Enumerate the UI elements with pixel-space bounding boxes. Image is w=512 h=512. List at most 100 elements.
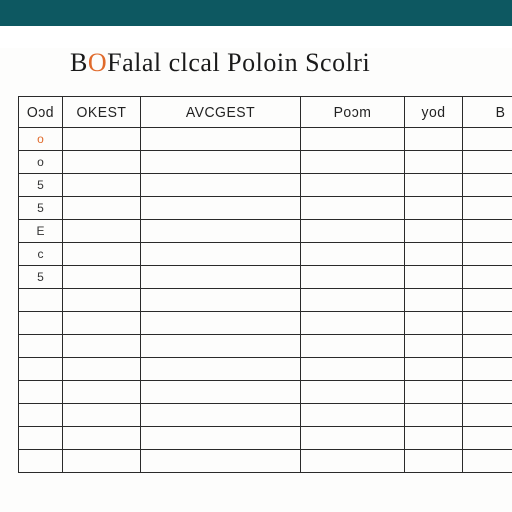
cell [63, 450, 141, 473]
cell [301, 151, 405, 174]
cell [405, 427, 463, 450]
cell [463, 151, 512, 174]
row-label: o [19, 151, 63, 174]
cell [405, 128, 463, 151]
cell [141, 335, 301, 358]
cell [301, 450, 405, 473]
cell [405, 243, 463, 266]
title-part-o: O [88, 48, 107, 77]
cell [141, 289, 301, 312]
cell [405, 358, 463, 381]
table-row: o [19, 128, 512, 151]
col-header-0: Oɔd [19, 97, 63, 128]
cell [301, 220, 405, 243]
cell [463, 220, 512, 243]
row-label: o [19, 128, 63, 151]
cell [405, 335, 463, 358]
cell [141, 312, 301, 335]
cell [63, 335, 141, 358]
cell [463, 335, 512, 358]
cell [301, 243, 405, 266]
row-label [19, 358, 63, 381]
title-part-rest: Falal clcal Poloin Scolri [107, 48, 370, 77]
cell [141, 128, 301, 151]
row-label: E [19, 220, 63, 243]
row-label: 5 [19, 174, 63, 197]
table-row [19, 358, 512, 381]
document-page: BOFalal clcal Poloin Scolri Oɔd OKEST AV… [0, 48, 512, 512]
table-container: Oɔd OKEST AVCGEST Poɔm yod B oo55Ec5 [18, 96, 512, 473]
page-title: BOFalal clcal Poloin Scolri [70, 48, 512, 78]
cell [405, 450, 463, 473]
cell [141, 243, 301, 266]
cell [141, 220, 301, 243]
table-row [19, 427, 512, 450]
cell [63, 197, 141, 220]
cell [463, 289, 512, 312]
table-row [19, 312, 512, 335]
cell [463, 404, 512, 427]
cell [405, 289, 463, 312]
row-label: c [19, 243, 63, 266]
cell [63, 404, 141, 427]
cell [63, 358, 141, 381]
cell [463, 312, 512, 335]
table-row: c [19, 243, 512, 266]
table-row [19, 450, 512, 473]
cell [463, 128, 512, 151]
table-row: 5 [19, 197, 512, 220]
data-table: Oɔd OKEST AVCGEST Poɔm yod B oo55Ec5 [18, 96, 512, 473]
cell [463, 381, 512, 404]
cell [141, 404, 301, 427]
cell [301, 335, 405, 358]
cell [301, 381, 405, 404]
row-label [19, 312, 63, 335]
top-bar [0, 0, 512, 26]
col-header-3: Poɔm [301, 97, 405, 128]
table-row [19, 335, 512, 358]
cell [463, 174, 512, 197]
row-label: 5 [19, 197, 63, 220]
cell [301, 197, 405, 220]
row-label [19, 381, 63, 404]
cell [63, 427, 141, 450]
table-row: E [19, 220, 512, 243]
cell [463, 427, 512, 450]
cell [405, 174, 463, 197]
table-body: oo55Ec5 [19, 128, 512, 473]
cell [141, 266, 301, 289]
cell [141, 427, 301, 450]
table-row: 5 [19, 266, 512, 289]
cell [405, 220, 463, 243]
cell [141, 174, 301, 197]
cell [301, 427, 405, 450]
cell [463, 266, 512, 289]
cell [63, 312, 141, 335]
cell [405, 266, 463, 289]
cell [405, 151, 463, 174]
row-label [19, 335, 63, 358]
cell [463, 243, 512, 266]
cell [405, 312, 463, 335]
row-label: 5 [19, 266, 63, 289]
table-header-row: Oɔd OKEST AVCGEST Poɔm yod B [19, 97, 512, 128]
cell [463, 358, 512, 381]
col-header-1: OKEST [63, 97, 141, 128]
row-label [19, 427, 63, 450]
row-label [19, 404, 63, 427]
cell [63, 289, 141, 312]
row-label [19, 289, 63, 312]
cell [301, 128, 405, 151]
cell [405, 197, 463, 220]
title-part-b: B [70, 48, 88, 77]
col-header-4: yod [405, 97, 463, 128]
table-row: o [19, 151, 512, 174]
cell [63, 381, 141, 404]
cell [405, 381, 463, 404]
table-row: 5 [19, 174, 512, 197]
cell [301, 358, 405, 381]
cell [141, 358, 301, 381]
cell [463, 197, 512, 220]
cell [141, 381, 301, 404]
cell [141, 197, 301, 220]
